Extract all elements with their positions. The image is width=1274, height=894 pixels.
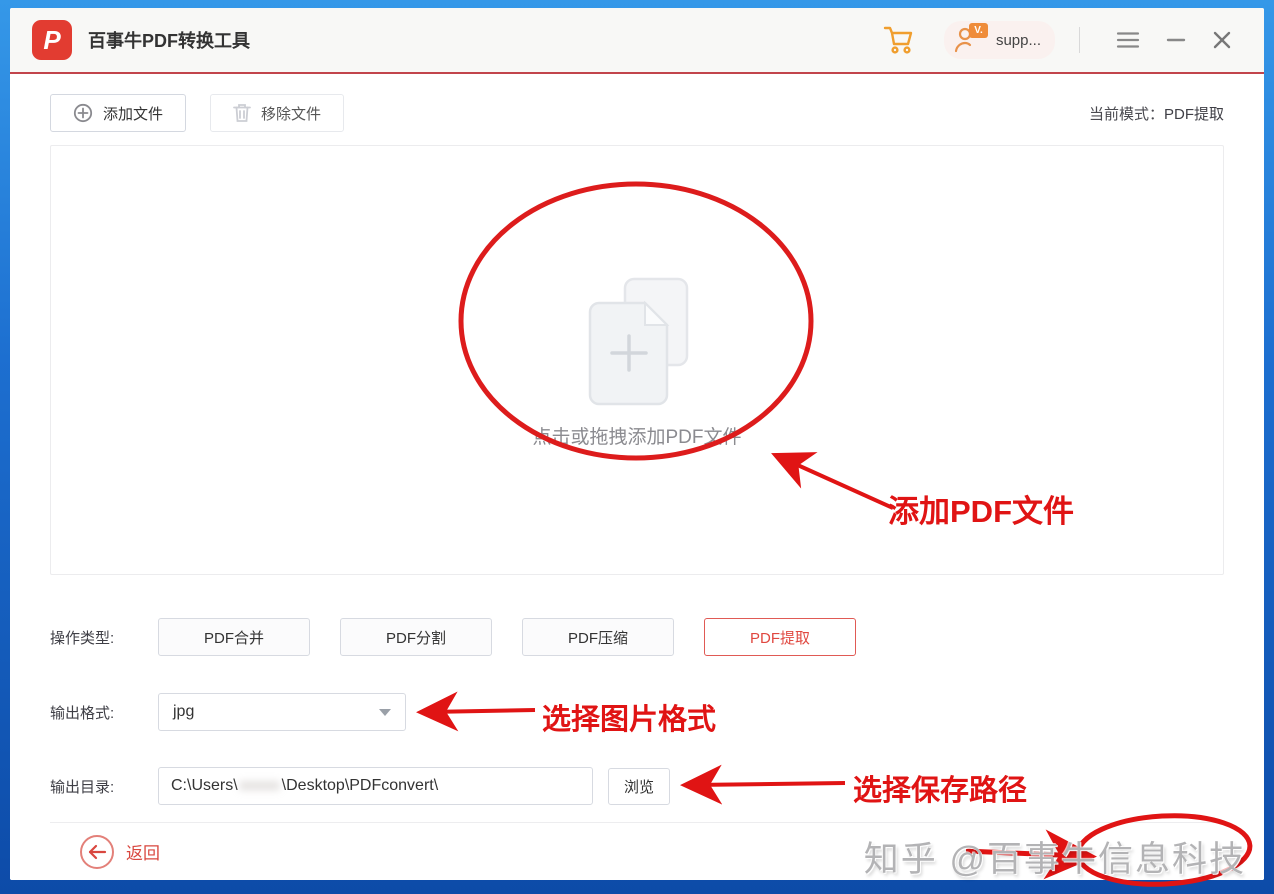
current-mode: 当前模式：PDF提取 bbox=[1089, 103, 1224, 124]
output-format-row: 输出格式: jpg bbox=[50, 693, 1224, 731]
dropdown-caret-icon bbox=[379, 709, 391, 716]
operation-type-row: 操作类型: PDF合并 PDF分割 PDF压缩 PDF提取 bbox=[50, 618, 1224, 656]
titlebar-divider bbox=[1079, 27, 1080, 53]
path-prefix: C:\Users\ bbox=[171, 777, 238, 795]
title-bar: P 百事牛PDF转换工具 V. bbox=[10, 8, 1264, 74]
footer-bar: 返回 bbox=[50, 822, 1224, 880]
op-button-pdf-merge[interactable]: PDF合并 bbox=[158, 618, 310, 656]
dropzone-hint: 点击或拖拽添加PDF文件 bbox=[532, 422, 741, 449]
file-toolbar: 添加文件 移除文件 当前模式：PDF提取 bbox=[50, 94, 1224, 132]
circle-plus-icon bbox=[73, 103, 93, 123]
file-stack-plus-icon bbox=[573, 271, 701, 416]
path-suffix: \Desktop\PDFconvert\ bbox=[282, 777, 439, 795]
output-format-value: jpg bbox=[173, 703, 194, 721]
menu-icon[interactable] bbox=[1106, 25, 1150, 55]
add-file-label: 添加文件 bbox=[103, 103, 163, 124]
browse-button[interactable]: 浏览 bbox=[608, 768, 670, 805]
user-icon: V. bbox=[952, 25, 988, 55]
path-redacted: xxxxx bbox=[240, 777, 280, 795]
main-content: 添加文件 移除文件 当前模式：PDF提取 bbox=[10, 74, 1264, 880]
op-button-pdf-split[interactable]: PDF分割 bbox=[340, 618, 492, 656]
current-mode-label: 当前模式： bbox=[1089, 106, 1164, 123]
app-logo-icon: P bbox=[32, 20, 72, 60]
add-file-button[interactable]: 添加文件 bbox=[50, 94, 186, 132]
output-dir-input[interactable]: C:\Users\xxxxx\Desktop\PDFconvert\ bbox=[158, 767, 593, 805]
remove-file-label: 移除文件 bbox=[261, 103, 321, 124]
output-dir-row: 输出目录: C:\Users\xxxxx\Desktop\PDFconvert\… bbox=[50, 767, 1224, 805]
back-arrow-icon bbox=[80, 835, 114, 869]
op-button-pdf-compress[interactable]: PDF压缩 bbox=[522, 618, 674, 656]
operation-type-label: 操作类型: bbox=[50, 627, 158, 648]
app-title: 百事牛PDF转换工具 bbox=[88, 27, 250, 53]
user-name: supp... bbox=[996, 32, 1041, 49]
output-format-label: 输出格式: bbox=[50, 702, 158, 723]
cart-icon[interactable] bbox=[882, 24, 916, 56]
back-button[interactable]: 返回 bbox=[80, 835, 160, 869]
op-button-pdf-extract[interactable]: PDF提取 bbox=[704, 618, 856, 656]
vip-badge: V. bbox=[969, 23, 988, 38]
file-dropzone[interactable]: 点击或拖拽添加PDF文件 bbox=[50, 145, 1224, 575]
app-window: P 百事牛PDF转换工具 V. bbox=[10, 8, 1264, 880]
output-format-select[interactable]: jpg bbox=[158, 693, 406, 731]
minimize-icon[interactable] bbox=[1156, 25, 1196, 55]
trash-icon bbox=[233, 103, 251, 123]
titlebar-right: V. supp... bbox=[882, 21, 1242, 59]
current-mode-value: PDF提取 bbox=[1164, 106, 1224, 123]
remove-file-button[interactable]: 移除文件 bbox=[210, 94, 344, 132]
output-dir-label: 输出目录: bbox=[50, 776, 158, 797]
window-border: P 百事牛PDF转换工具 V. bbox=[0, 0, 1274, 894]
close-icon[interactable] bbox=[1202, 24, 1242, 56]
user-account-button[interactable]: V. supp... bbox=[944, 21, 1055, 59]
back-label: 返回 bbox=[126, 839, 160, 864]
